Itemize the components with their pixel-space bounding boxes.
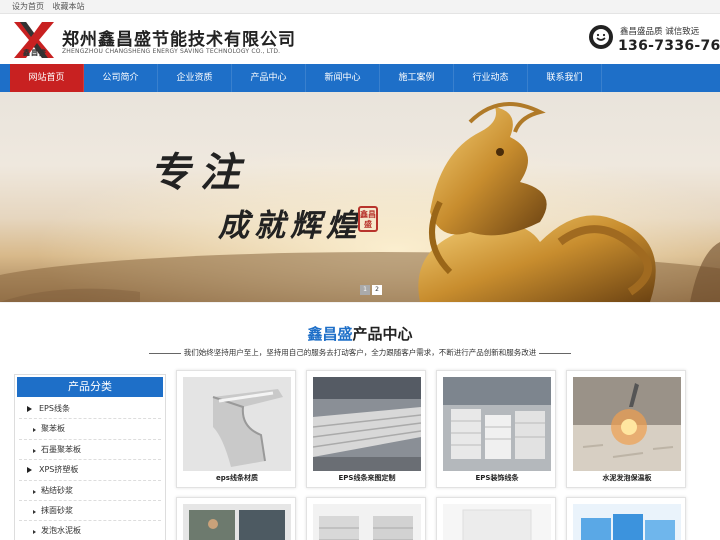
product-card-eps-decor[interactable]: EPS装饰线条 bbox=[436, 370, 556, 488]
product-card-caption: eps线条材质 bbox=[216, 474, 258, 482]
slogan: 鑫昌盛品质 诚信致远 bbox=[620, 27, 700, 37]
warehouse-image bbox=[443, 377, 551, 471]
nav-industry[interactable]: 行业动态 bbox=[454, 64, 528, 92]
logo-text: 鑫昌盛 bbox=[23, 49, 47, 57]
eps-moulding-image bbox=[183, 377, 291, 471]
hero-banner[interactable]: 专注 成就辉煌 鑫昌盛 1 2 bbox=[0, 92, 720, 302]
nav-contact[interactable]: 联系我们 bbox=[528, 64, 602, 92]
product-card-caption: 水泥发泡保温板 bbox=[602, 474, 652, 482]
sidebar-item-eps-board[interactable]: 聚苯板 bbox=[19, 419, 161, 440]
board-image bbox=[443, 504, 551, 540]
product-card-eps-custom[interactable]: EPS线条来图定制 bbox=[306, 370, 426, 488]
nav-products[interactable]: 产品中心 bbox=[232, 64, 306, 92]
slider-dot-2[interactable]: 2 bbox=[372, 285, 382, 295]
product-card-caption: EPS线条来图定制 bbox=[338, 474, 396, 482]
product-card-foam-cement[interactable]: 水泥发泡保温板 bbox=[566, 370, 686, 488]
hotline-phone: 136-7336-7638 bbox=[618, 38, 720, 54]
product-card-row2-1[interactable] bbox=[176, 497, 296, 540]
sidebar-item-plastering-mortar[interactable]: 抹面砂浆 bbox=[19, 501, 161, 522]
slider-pagination: 1 2 bbox=[360, 285, 382, 295]
section-subtitle: 我们始终坚持用户至上，坚持用自己的服务去打动客户，全力跟随客户需求，不断进行产品… bbox=[0, 347, 720, 358]
product-category-sidebar: 产品分类 EPS线条 聚苯板 石墨聚苯板 XPS挤塑板 粘结砂浆 抹面砂浆 发泡… bbox=[14, 374, 166, 540]
nav-home[interactable]: 网站首页 bbox=[10, 64, 84, 92]
section-subtitle-text: 我们始终坚持用户至上，坚持用自己的服务去打动客户，全力跟随客户需求，不断进行产品… bbox=[183, 348, 537, 357]
bookmark-link[interactable]: 收藏本站 bbox=[53, 2, 85, 11]
section-title: 鑫昌盛产品中心 bbox=[0, 323, 720, 344]
product-card-eps-line[interactable]: eps线条材质 bbox=[176, 370, 296, 488]
nav-news[interactable]: 新闻中心 bbox=[306, 64, 380, 92]
product-card-row2-2[interactable] bbox=[306, 497, 426, 540]
banner-subheadline: 成就辉煌 bbox=[218, 208, 362, 244]
sidebar-item-foam-cement-board[interactable]: 发泡水泥板 bbox=[19, 521, 161, 540]
plastering-image bbox=[183, 504, 291, 540]
foam-cement-image bbox=[573, 377, 681, 471]
products-section: 鑫昌盛产品中心 我们始终坚持用户至上，坚持用自己的服务去打动客户，全力跟随客户需… bbox=[0, 303, 720, 540]
company-name: 郑州鑫昌盛节能技术有限公司 bbox=[62, 30, 296, 50]
sidebar-item-eps-line[interactable]: EPS线条 bbox=[19, 399, 161, 420]
headset-icon bbox=[589, 25, 613, 49]
sidebar-title: 产品分类 bbox=[17, 377, 163, 397]
product-card-row2-3[interactable] bbox=[436, 497, 556, 540]
slider-dot-1[interactable]: 1 bbox=[360, 285, 370, 295]
nav-about[interactable]: 公司简介 bbox=[84, 64, 158, 92]
sidebar-item-bonding-mortar[interactable]: 粘结砂浆 bbox=[19, 481, 161, 501]
product-card-row2-4[interactable] bbox=[566, 497, 686, 540]
sidebar-item-graphite-board[interactable]: 石墨聚苯板 bbox=[19, 440, 161, 461]
set-home-link[interactable]: 设为首页 bbox=[12, 2, 44, 11]
main-nav: 网站首页 公司简介 企业资质 产品中心 新闻中心 施工案例 行业动态 联系我们 bbox=[0, 64, 720, 92]
nav-cases[interactable]: 施工案例 bbox=[380, 64, 454, 92]
topbar: 设为首页 收藏本站 bbox=[0, 0, 720, 14]
eps-stack-image bbox=[313, 377, 421, 471]
product-card-caption: EPS装饰线条 bbox=[475, 474, 519, 482]
banner-headline: 专注 bbox=[150, 149, 250, 196]
nav-qualification[interactable]: 企业资质 bbox=[158, 64, 232, 92]
xps-board-image bbox=[573, 504, 681, 540]
bags-image bbox=[313, 504, 421, 540]
company-name-en: ZHENGZHOU CHANGSHENG ENERGY SAVING TECHN… bbox=[62, 48, 281, 55]
header: 鑫昌盛 郑州鑫昌盛节能技术有限公司 ZHENGZHOU CHANGSHENG E… bbox=[0, 14, 720, 64]
sidebar-item-xps-board[interactable]: XPS挤塑板 bbox=[19, 460, 161, 481]
section-title-rest: 产品中心 bbox=[352, 325, 413, 343]
section-title-brand: 鑫昌盛 bbox=[307, 325, 353, 343]
golden-dragon-illustration bbox=[0, 92, 720, 302]
seal-stamp: 鑫昌盛 bbox=[358, 206, 378, 232]
